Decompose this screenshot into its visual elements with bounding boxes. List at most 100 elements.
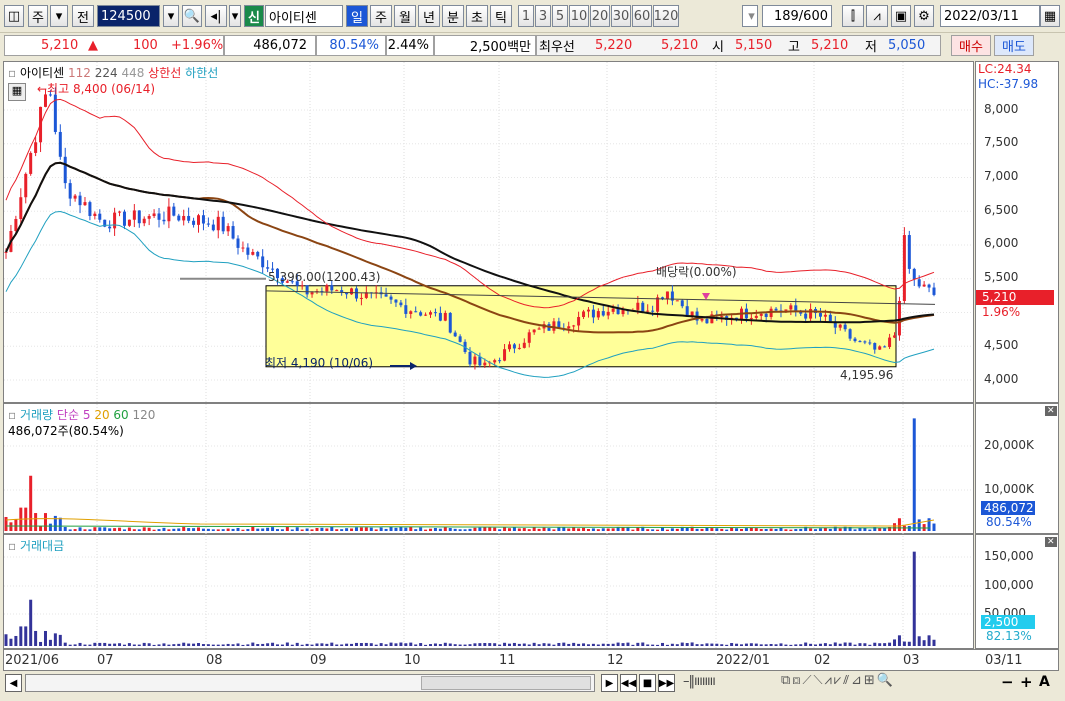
price-tick-label: 5,500 (984, 270, 1019, 284)
period-tab-3[interactable]: 년 (418, 5, 440, 27)
compare-icon[interactable]: ⩘ (866, 5, 888, 27)
pane-menu-icon[interactable]: ▫ (8, 408, 16, 422)
scrollbar-thumb[interactable] (421, 676, 591, 690)
interval-button-3[interactable]: 10 (569, 5, 589, 27)
stock-name-field[interactable]: 아이티센 (265, 5, 343, 27)
volume-last-pct: 80.54% (986, 515, 1032, 529)
calendar-icon[interactable]: ▦ (1040, 5, 1060, 27)
chevron-down-icon[interactable]: ▾ (163, 5, 179, 27)
low-annotation: 최저 4,190 (10/06) (265, 356, 374, 370)
volume-current: 486,072주(80.54%) (8, 424, 124, 438)
amount-title: 거래대금 (19, 539, 65, 553)
search-icon[interactable]: 🔍 (182, 5, 202, 27)
box-top-label: 5,396.00(1200.43) (268, 270, 381, 284)
best-ask: 5,220 (595, 38, 633, 53)
last-pct-tag: 1.96% (982, 305, 1021, 319)
best-label: 최우선 (539, 40, 575, 55)
interval-button-0[interactable]: 1 (518, 5, 534, 27)
amount-pane[interactable] (3, 534, 974, 649)
font-size-icon[interactable]: A (1039, 674, 1050, 690)
price-tick-label: 7,000 (984, 169, 1019, 183)
stock-code-input[interactable]: 124500 (97, 5, 160, 27)
rewind-icon[interactable]: ◀◀ (620, 674, 637, 692)
volume-tick-label: 20,000K (984, 438, 1034, 452)
scroll-left-icon[interactable]: ◀ (5, 674, 22, 692)
price-tick-label: 4,000 (984, 372, 1019, 386)
price-tick-label: 8,000 (984, 102, 1019, 116)
buy-button[interactable]: 매수 (951, 35, 991, 56)
speaker-icon[interactable]: ◂| (205, 5, 227, 27)
open-label: 시 (712, 40, 724, 55)
price-change-pct: +1.96% (171, 38, 224, 53)
interval-button-5[interactable]: 30 (611, 5, 631, 27)
bottom-bar: ◀ ▶ ◀◀ ■ ▶▶ –‖ıııııııı ⧉⧈⟋⟍⩘⩗⫽⊿⊞🔍 − + A (3, 672, 1063, 694)
lc-label: LC:24.34 (978, 62, 1032, 76)
period-tab-5[interactable]: 초 (466, 5, 488, 27)
zoom-slider[interactable]: –‖ıııııııı (683, 674, 763, 692)
ma1-label: 112 (67, 66, 91, 80)
high-annotation: ←최고 8,400 (06/14) (37, 82, 156, 96)
volume-title: 거래량 (19, 408, 54, 422)
zoom-in-icon[interactable]: + (1020, 673, 1033, 691)
lower-limit-label: 하한선 (185, 66, 219, 80)
pane-menu-icon[interactable]: ▫ (8, 66, 16, 80)
turnover-box: 2.44% (386, 35, 434, 56)
date-field[interactable]: 2022/03/11 (940, 5, 1040, 27)
zoom-out-icon[interactable]: − (1001, 673, 1014, 691)
count-field[interactable]: 189/600 (762, 5, 832, 27)
scrollbar-track[interactable] (25, 674, 595, 692)
chevron-down-icon[interactable]: ▾ (742, 5, 758, 27)
pane-close-icon[interactable]: ✕ (1045, 406, 1057, 416)
chevron-down-icon[interactable]: ▾ (229, 5, 241, 27)
price-pane-header: ▫ 아이티센 112 224 448 상한선 하한선 (8, 64, 218, 81)
x-axis-label: 02 (814, 653, 831, 668)
pane-menu-icon[interactable]: ▫ (8, 539, 16, 553)
drawing-tools[interactable]: ⧉⧈⟋⟍⩘⩗⫽⊿⊞🔍 (781, 673, 981, 691)
best-quote-box: 최우선 5,220 5,210 시 5,150 고 5,210 저 5,050 (536, 35, 941, 56)
pane-close-icon[interactable]: ✕ (1045, 537, 1057, 547)
play-icon[interactable]: ▶ (601, 674, 618, 692)
x-axis-label: 08 (206, 653, 223, 668)
period-tab-1[interactable]: 주 (370, 5, 392, 27)
volume-last-tag: 486,072 (981, 501, 1035, 515)
quote-bar: 5,210 ▲ 100 +1.96% 486,072 80.54% 2.44% … (0, 33, 1065, 59)
volume-box: 486,072 (224, 35, 316, 56)
box-bottom-label: 4,195.96 (840, 368, 894, 382)
volume-tick-label: 10,000K (984, 482, 1034, 496)
stop-icon[interactable]: ■ (639, 674, 656, 692)
interval-button-6[interactable]: 60 (632, 5, 652, 27)
volume-ma20: 20 (94, 408, 110, 422)
gear-icon[interactable]: ⚙ (914, 5, 934, 27)
period-tab-6[interactable]: 틱 (490, 5, 512, 27)
period-tab-0[interactable]: 일 (346, 5, 368, 27)
save-icon[interactable]: ▣ (891, 5, 911, 27)
interval-button-2[interactable]: 5 (552, 5, 568, 27)
dividend-label: 배당락(0.00%) (656, 265, 737, 279)
open-value: 5,150 (735, 38, 773, 53)
price-tick-label: 7,500 (984, 135, 1019, 149)
interval-button-7[interactable]: 120 (653, 5, 679, 27)
best-bid: 5,210 (661, 38, 699, 53)
price-tick-label: 6,000 (984, 236, 1019, 250)
ma2-label: 224 (94, 66, 118, 80)
sell-button[interactable]: 매도 (994, 35, 1034, 56)
price-pane[interactable] (3, 61, 974, 403)
high-label: 고 (788, 40, 800, 55)
prev-button[interactable]: 전 (72, 5, 94, 27)
period-tab-2[interactable]: 월 (394, 5, 416, 27)
upper-limit-label: 상한선 (148, 66, 182, 80)
count-value: 189 (773, 8, 799, 24)
period-type-select[interactable]: 주 (28, 5, 48, 27)
fast-forward-icon[interactable]: ▶▶ (658, 674, 675, 692)
period-tab-4[interactable]: 분 (442, 5, 464, 27)
x-axis-label: 10 (404, 653, 421, 668)
price-tick-label: 4,500 (984, 338, 1019, 352)
interval-button-4[interactable]: 20 (590, 5, 610, 27)
chevron-down-icon[interactable]: ▾ (50, 5, 68, 27)
candle-icon[interactable]: ⫿ (842, 5, 864, 27)
x-axis-label: 09 (310, 653, 327, 668)
window-icon[interactable]: ◫ (4, 5, 24, 27)
x-axis-label: 2021/06 (5, 653, 60, 668)
interval-button-1[interactable]: 3 (535, 5, 551, 27)
table-icon[interactable]: ▦ (8, 83, 26, 101)
